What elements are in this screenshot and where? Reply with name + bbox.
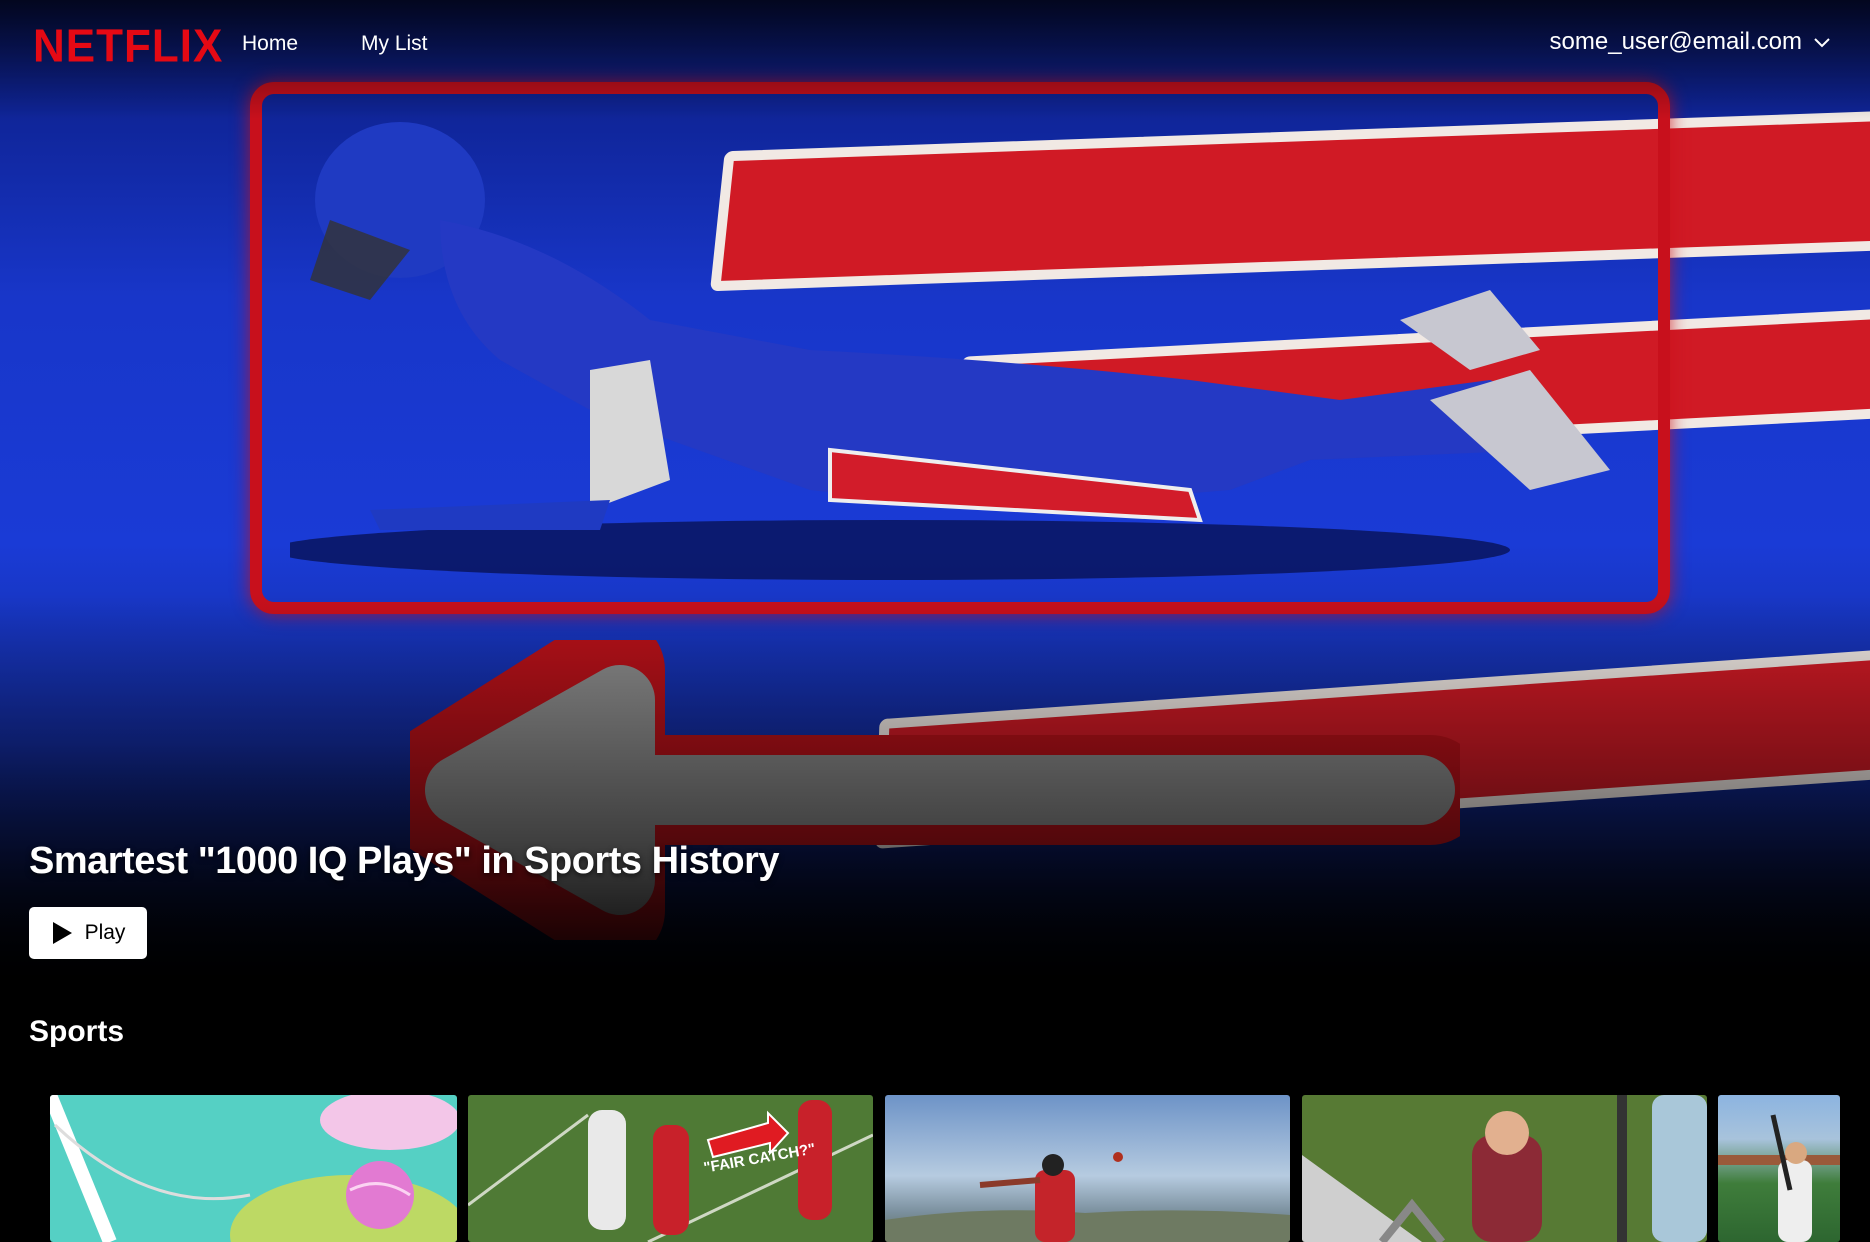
thumbnail-surprised-woman[interactable] [1302, 1095, 1707, 1242]
hero-title: Smartest "1000 IQ Plays" in Sports Histo… [29, 840, 780, 882]
thumbnail-football[interactable]: "FAIR CATCH?" [468, 1095, 873, 1242]
play-button-label: Play [84, 921, 126, 944]
row-title-sports: Sports [29, 1015, 125, 1048]
thumbnail-baseball[interactable] [885, 1095, 1290, 1242]
account-menu[interactable]: some_user@email.com [1550, 28, 1832, 56]
account-email: some_user@email.com [1549, 28, 1802, 55]
surprised-woman-image [1302, 1095, 1707, 1242]
top-nav: NETFLIX Home My List some_user@email.com [0, 0, 1870, 90]
chevron-down-icon[interactable] [1812, 32, 1832, 52]
sports-row: "FAIR CATCH?" [50, 1095, 1870, 1242]
thumbnail-tennis[interactable] [50, 1095, 457, 1242]
baseball-batter-image [885, 1152, 1290, 1242]
tennis-illustration-image [50, 1095, 457, 1242]
netflix-logo[interactable]: NETFLIX [33, 21, 223, 74]
nav-home-link[interactable]: Home [242, 32, 298, 56]
football-fair-catch-image [468, 1100, 873, 1242]
thumbnail-baseball-player[interactable] [1718, 1095, 1840, 1242]
play-icon [52, 922, 72, 944]
baseball-player-image [1718, 1114, 1840, 1242]
play-button[interactable]: Play [29, 907, 147, 959]
nav-my-list-link[interactable]: My List [361, 32, 428, 56]
